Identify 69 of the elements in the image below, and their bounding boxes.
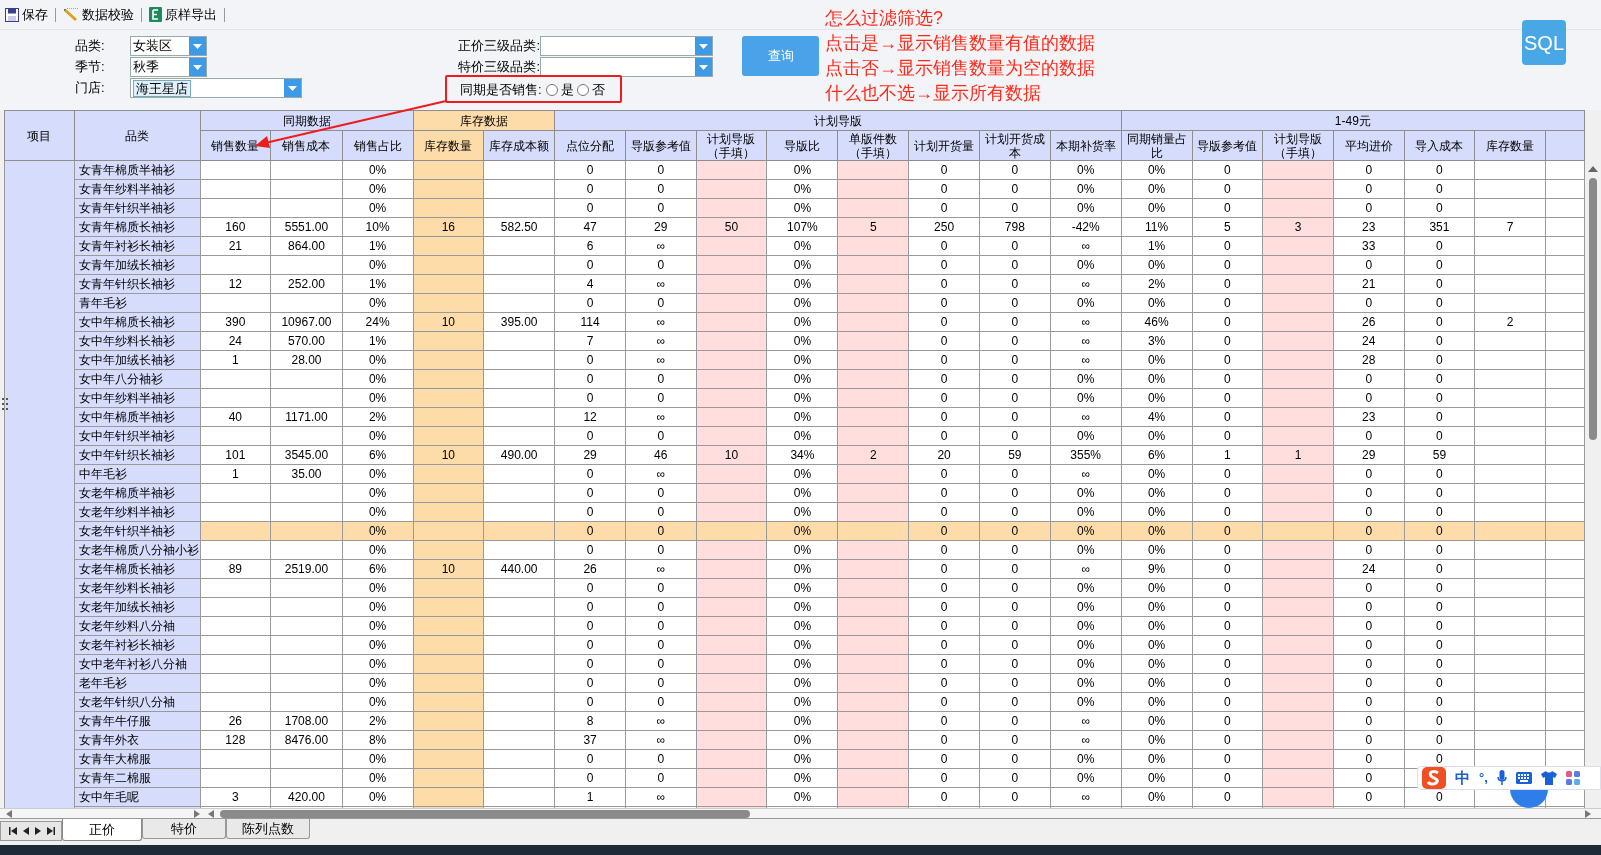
- caret-icon: [699, 64, 708, 70]
- column-group-header: 库存数据: [413, 110, 555, 131]
- column-header[interactable]: 单版件数（手填）: [837, 130, 909, 161]
- field-label: 同期是否销售:: [460, 81, 542, 100]
- radio-option[interactable]: 否: [576, 80, 605, 100]
- column-header[interactable]: 项目: [4, 110, 75, 161]
- column-group-header: 计划导版: [554, 110, 1122, 131]
- column-header[interactable]: 本期补货率: [1050, 130, 1122, 161]
- scroll-left-icon[interactable]: [208, 809, 214, 818]
- dropdown-field[interactable]: 女装区: [130, 36, 207, 56]
- column-header[interactable]: 库存数量: [1474, 130, 1546, 161]
- spreadsheet-icon: [149, 7, 162, 22]
- column-header[interactable]: 导版比: [766, 130, 838, 161]
- pencil-icon: [63, 7, 79, 22]
- keyboard-icon[interactable]: [1515, 772, 1532, 784]
- column-header[interactable]: 导入成本: [1404, 130, 1475, 161]
- caret-icon: [193, 43, 202, 49]
- dropdown-field[interactable]: 秋季: [130, 57, 207, 77]
- dropdown-field[interactable]: [540, 57, 713, 77]
- scroll-left-icon[interactable]: [6, 809, 12, 818]
- first-sheet-icon[interactable]: [9, 827, 17, 835]
- field-label: 品类:: [75, 37, 106, 56]
- column-header[interactable]: 库存成本额: [483, 130, 555, 161]
- dropdown-field[interactable]: [540, 36, 713, 56]
- dropdown-field[interactable]: 海王星店: [130, 78, 302, 98]
- column-header[interactable]: 同期销量占比: [1121, 130, 1192, 161]
- sheet-tab[interactable]: 正价: [62, 819, 142, 841]
- scroll-right-icon[interactable]: [194, 809, 200, 818]
- column-header[interactable]: 计划导版（手填）: [696, 130, 767, 161]
- column-header[interactable]: 平均进价: [1333, 130, 1405, 161]
- scroll-up-icon[interactable]: [1588, 166, 1598, 172]
- column-group-header: 1-49元: [1121, 110, 1585, 131]
- toolbar-button[interactable]: 原样导出: [148, 2, 218, 27]
- annotation-text: 怎么过滤筛选? 点击是→显示销售数量有值的数据 点击否→显示销售数量为空的数据 什么也不选→显示所有数据: [825, 7, 1095, 105]
- microphone-icon[interactable]: [1496, 770, 1507, 786]
- punctuation-mode-indicator[interactable]: °,: [1479, 768, 1488, 788]
- column-header[interactable]: 库存数量: [413, 130, 484, 161]
- column-header[interactable]: 计划开货量: [908, 130, 980, 161]
- sheet-tab[interactable]: 特价: [142, 819, 226, 839]
- field-label: 特价三级品类:: [457, 58, 540, 77]
- toolbar-button[interactable]: 数据校验: [62, 2, 135, 27]
- radio-option[interactable]: 是: [545, 80, 574, 100]
- apps-grid-icon[interactable]: [1565, 771, 1580, 785]
- field-label: 正价三级品类:: [457, 37, 540, 56]
- column-header[interactable]: 品类: [74, 110, 200, 161]
- column-header[interactable]: 销售占比: [342, 130, 414, 161]
- scrollbar-thumb[interactable]: [1589, 178, 1597, 440]
- scroll-right-icon[interactable]: [1585, 809, 1591, 818]
- shirt-icon[interactable]: [1540, 771, 1557, 785]
- caret-icon: [193, 64, 202, 70]
- toolbar-button[interactable]: 保存: [4, 2, 49, 27]
- scrollbar-thumb[interactable]: [220, 809, 750, 818]
- next-sheet-icon[interactable]: [35, 827, 41, 835]
- last-sheet-icon[interactable]: [47, 827, 55, 835]
- caret-icon: [288, 85, 297, 91]
- previous-sheet-icon[interactable]: [23, 827, 29, 835]
- field-label: 季节:: [75, 58, 106, 77]
- column-header[interactable]: 导版参考值: [625, 130, 697, 161]
- column-header[interactable]: 导版参考值: [1192, 130, 1263, 161]
- column-group-header: 同期数据: [200, 110, 414, 131]
- sheet-tab[interactable]: 陈列点数: [226, 819, 310, 839]
- column-header[interactable]: 计划开货成本: [979, 130, 1051, 161]
- column-header[interactable]: 点位分配: [554, 130, 626, 161]
- caret-icon: [699, 43, 708, 49]
- column-header[interactable]: 计划导版（手填）: [1262, 130, 1334, 161]
- ime-logo-icon[interactable]: [1422, 767, 1446, 789]
- drag-handle-icon[interactable]: [2, 398, 8, 410]
- vertical-scrollbar[interactable]: [1585, 110, 1601, 808]
- field-label: 门店:: [75, 79, 106, 98]
